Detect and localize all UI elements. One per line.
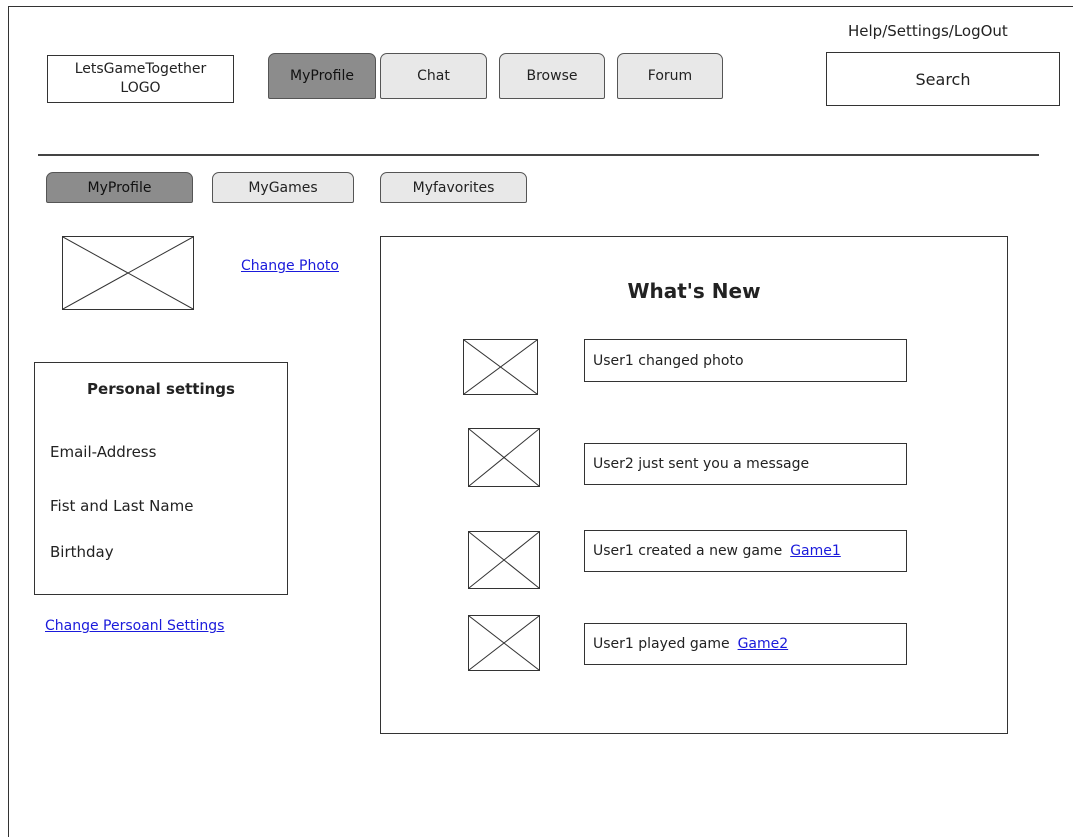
tab-label: Chat [417, 68, 450, 84]
feed-item-thumbnail [468, 615, 540, 671]
image-placeholder-icon [469, 616, 539, 670]
header-divider [38, 154, 1039, 156]
birthday-field: Birthday [50, 543, 114, 561]
image-placeholder-icon [469, 532, 539, 588]
subtab-label: MyGames [248, 179, 318, 196]
feed-item-thumbnail [463, 339, 538, 395]
tab-label: Forum [647, 68, 693, 84]
subtab-label: MyProfile [87, 179, 152, 196]
image-placeholder-icon [469, 429, 539, 486]
change-personal-settings-link[interactable]: Change Persoanl Settings [45, 618, 224, 634]
subtab-myprofile[interactable]: MyProfile [46, 172, 193, 203]
game1-link[interactable]: Game1 [790, 543, 841, 559]
tab-label: Browse [526, 68, 578, 84]
tab-label: MyProfile [290, 68, 354, 84]
feed-item-message: User1 changed photo [593, 352, 744, 369]
logo-title: LetsGameTogether [74, 61, 207, 77]
feed-item-text: User1 played game Game2 [584, 623, 907, 665]
email-address-field: Email-Address [50, 443, 157, 461]
feed-item-message: User2 just sent you a message [593, 456, 810, 472]
subtab-mygames[interactable]: MyGames [212, 172, 354, 203]
feed-item-text: User2 just sent you a message [584, 443, 907, 485]
tab-myprofile[interactable]: MyProfile [268, 53, 376, 99]
feed-item-message: User1 played game [593, 636, 730, 652]
logo-label: LOGO [120, 80, 161, 96]
change-photo-link[interactable]: Change Photo [241, 258, 339, 274]
tab-forum[interactable]: Forum [617, 53, 723, 99]
subtab-myfavorites[interactable]: Myfavorites [380, 172, 527, 203]
logo: LetsGameTogether LOGO [47, 55, 234, 103]
feed-item-thumbnail [468, 531, 540, 589]
image-placeholder-icon [63, 237, 193, 309]
personal-settings-panel: Personal settings Email-Address Fist and… [34, 362, 288, 595]
subtab-label: Myfavorites [412, 179, 495, 196]
personal-settings-title: Personal settings [87, 380, 235, 398]
game2-link[interactable]: Game2 [738, 636, 789, 652]
feed-item-text: User1 created a new game Game1 [584, 530, 907, 572]
feed-item-thumbnail [468, 428, 540, 487]
image-placeholder-icon [464, 340, 537, 394]
tab-browse[interactable]: Browse [499, 53, 605, 99]
whats-new-title: What's New [627, 279, 761, 303]
help-settings-logout-links[interactable]: Help/Settings/LogOut [848, 22, 1008, 40]
feed-item-text: User1 changed photo [584, 339, 907, 382]
tab-chat[interactable]: Chat [380, 53, 487, 99]
name-field: Fist and Last Name [50, 497, 194, 515]
search-box[interactable]: Search [826, 52, 1060, 106]
profile-photo-placeholder [62, 236, 194, 310]
feed-item-message: User1 created a new game [593, 543, 783, 559]
search-label: Search [915, 69, 971, 89]
